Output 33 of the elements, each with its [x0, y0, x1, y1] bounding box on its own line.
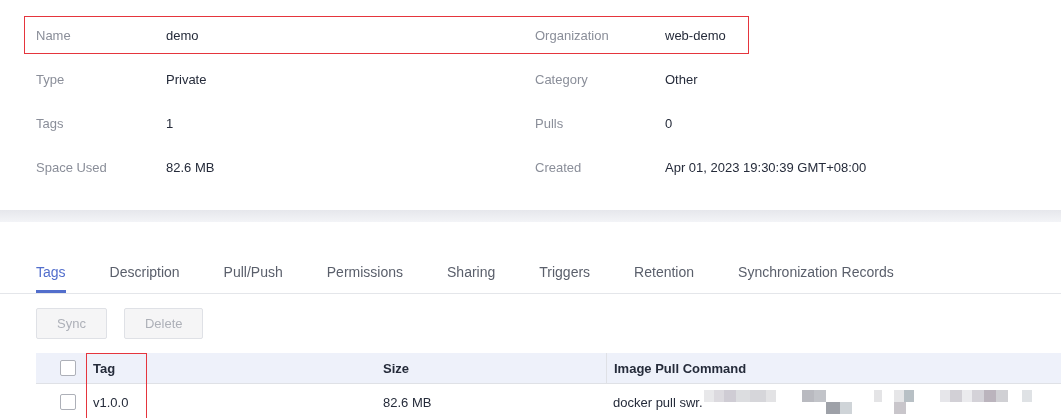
- tab[interactable]: Permissions: [326, 253, 403, 293]
- field-value: Private: [166, 71, 208, 87]
- field-value: 82.6 MB: [166, 159, 216, 175]
- column-header: Image Pull Command: [614, 360, 747, 376]
- tab[interactable]: Description: [109, 253, 180, 293]
- field-label: Tags: [36, 115, 65, 131]
- field-label: Category: [535, 71, 589, 87]
- field-value: Other: [665, 71, 699, 87]
- tab[interactable]: Triggers: [539, 253, 591, 293]
- field-value: 0: [665, 115, 674, 131]
- field-value: demo: [166, 27, 200, 43]
- select-all-checkbox[interactable]: [60, 360, 76, 376]
- field-label: Organization: [535, 27, 610, 43]
- field-value: Apr 01, 2023 19:30:39 GMT+08:00: [665, 159, 868, 175]
- field-value: 1: [166, 115, 175, 131]
- tab[interactable]: Synchronization Records: [738, 253, 894, 293]
- row-checkbox[interactable]: [60, 394, 76, 410]
- field-label: Created: [535, 159, 583, 175]
- column-header: Tag: [93, 360, 116, 376]
- field-label: Type: [36, 71, 66, 87]
- tab[interactable]: Retention: [634, 253, 695, 293]
- annotation-frame: [86, 353, 147, 418]
- table-cell: 82.6 MB: [383, 394, 432, 410]
- tab[interactable]: Sharing: [447, 253, 496, 293]
- tab[interactable]: Pull/Push: [223, 253, 283, 293]
- table-cell: docker pull swr.: [613, 394, 703, 410]
- table-cell: v1.0.0: [93, 394, 129, 410]
- field-label: Space Used: [36, 159, 108, 175]
- field-value: web-demo: [665, 27, 727, 43]
- column-header: Size: [383, 360, 409, 376]
- field-label: Name: [36, 27, 72, 43]
- tab[interactable]: Tags: [36, 253, 66, 293]
- field-label: Pulls: [535, 115, 565, 131]
